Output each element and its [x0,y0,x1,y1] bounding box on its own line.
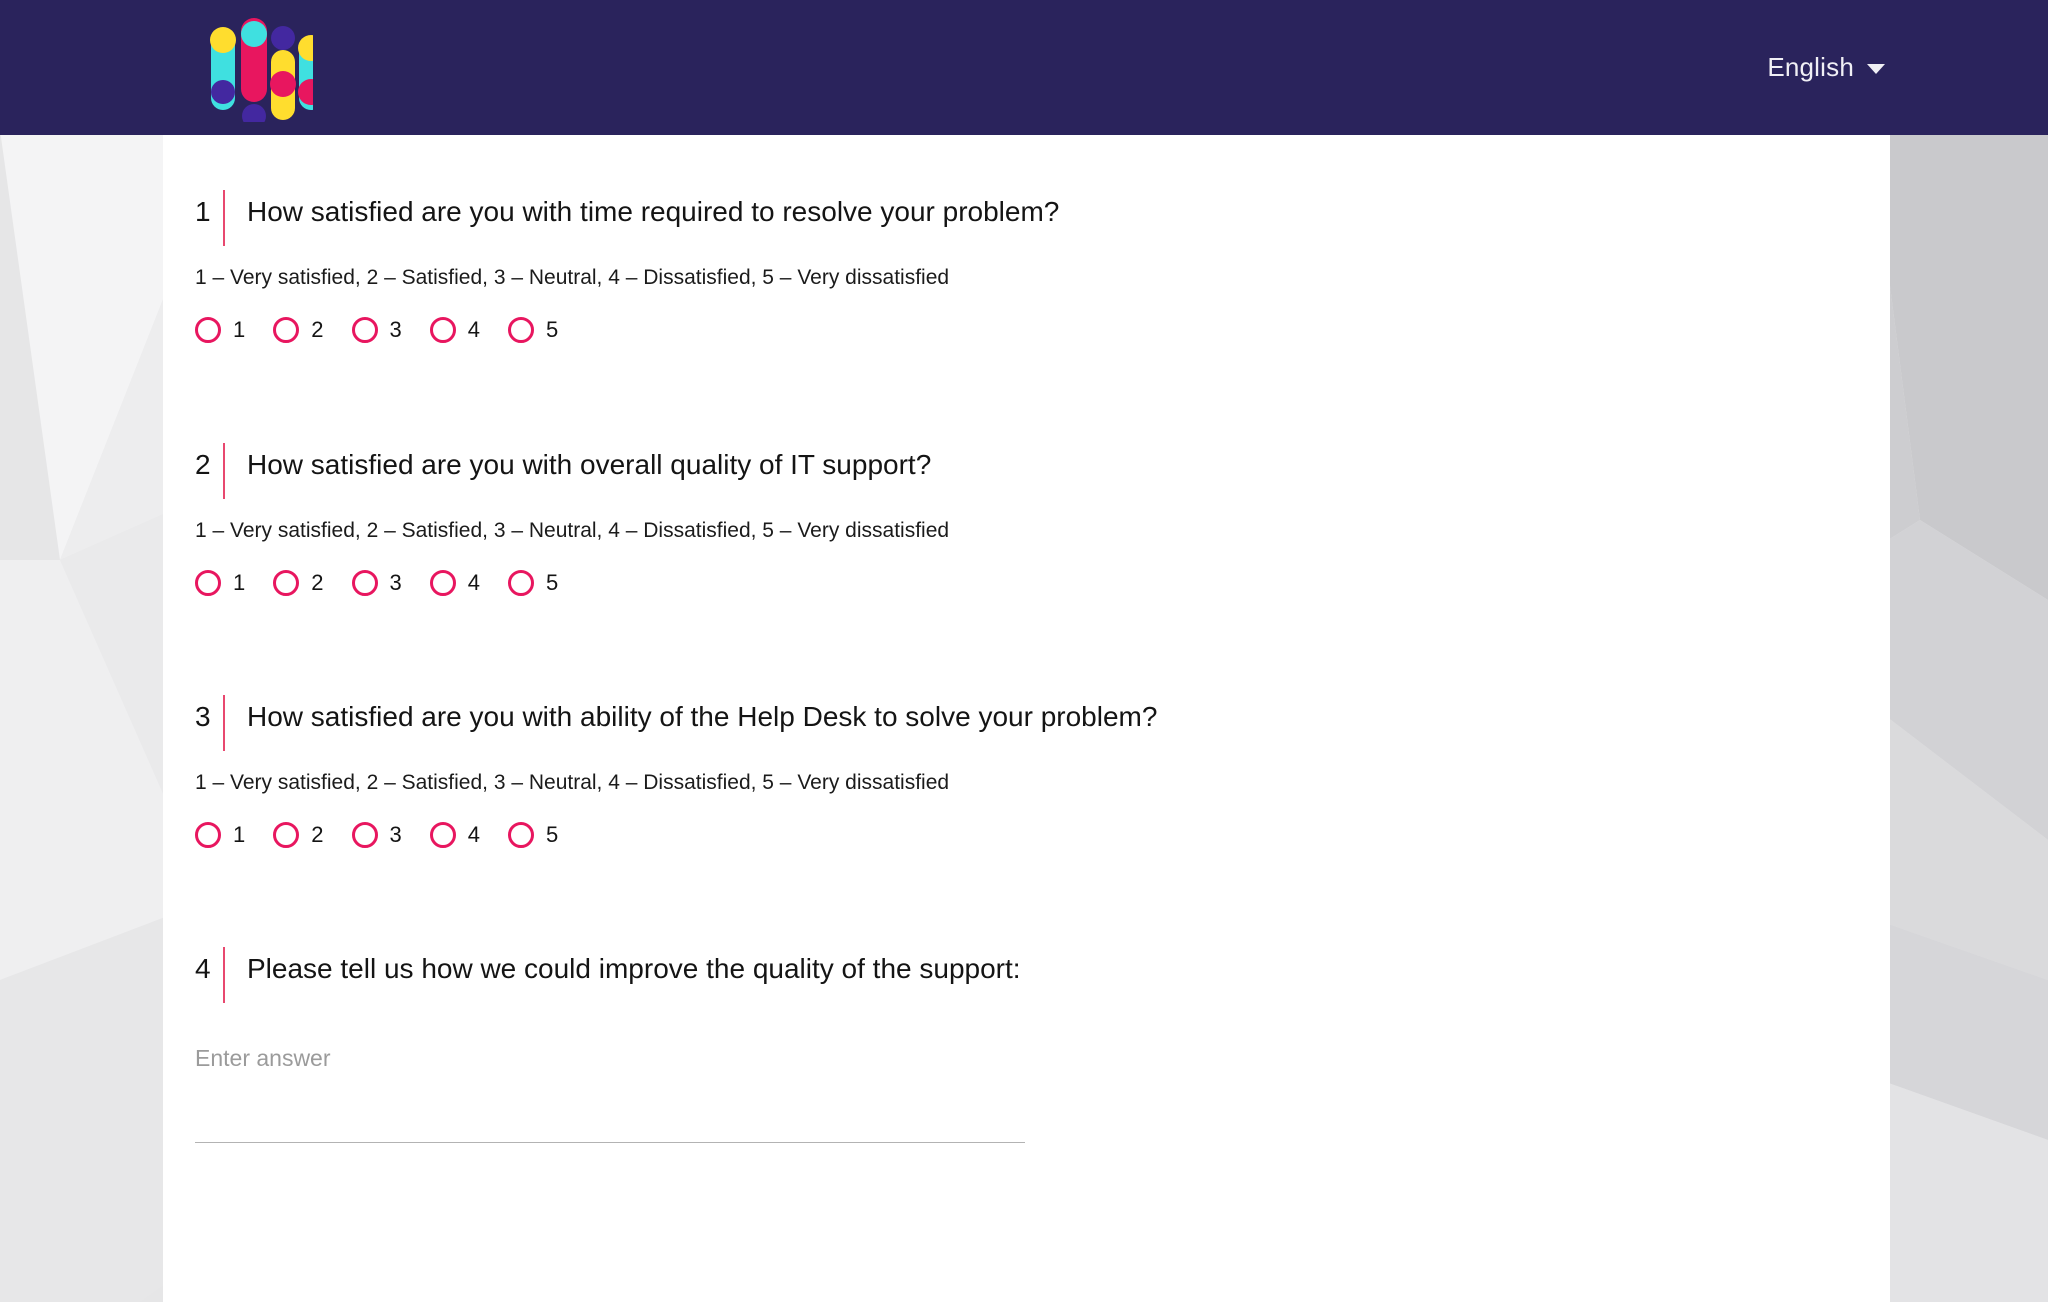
rating-option-4[interactable]: 4 [429,570,508,597]
question-heading: 4 Please tell us how we could improve the… [195,947,1855,1003]
question-number: 4 [195,953,211,984]
radio-button-icon[interactable] [508,822,534,849]
rating-option-label: 5 [546,317,559,343]
question-title: How satisfied are you with time required… [247,196,1060,227]
rating-scale: 1 2 3 4 5 [195,317,1855,344]
radio-button-icon[interactable] [351,570,378,597]
rating-option-3[interactable]: 3 [351,317,430,344]
rating-option-label: 1 [233,317,246,343]
rating-option-label: 3 [389,822,402,848]
free-text-answer [195,1045,1025,1143]
question-scale-legend: 1 – Very satisfied, 2 – Satisfied, 3 – N… [195,771,950,794]
rating-option-label: 5 [546,570,559,596]
radio-button-icon[interactable] [508,570,534,597]
radio-button-icon[interactable] [195,570,221,597]
question-heading: 3 How satisfied are you with ability of t… [195,695,1855,751]
question-scale-legend: 1 – Very satisfied, 2 – Satisfied, 3 – N… [195,519,950,542]
rating-option-label: 4 [467,822,480,848]
radio-button-icon[interactable] [351,822,378,849]
answer-underline [195,1142,1025,1143]
rating-option-4[interactable]: 4 [429,822,508,849]
rating-option-label: 3 [389,317,402,343]
answer-spacer [195,1080,1025,1142]
chevron-down-icon [1867,64,1885,74]
rating-option-label: 2 [311,317,324,343]
rating-option-5[interactable]: 5 [508,822,586,849]
rating-option-1[interactable]: 1 [195,822,273,849]
rating-option-label: 3 [389,570,402,596]
rating-option-label: 5 [546,822,559,848]
question-accent-rule [223,190,225,246]
rating-option-label: 4 [467,570,480,596]
question-accent-rule [223,695,225,751]
question-number: 3 [195,701,211,732]
rating-option-5[interactable]: 5 [508,317,586,344]
survey-page: English 1 How satisfied are you with time… [0,0,2048,1302]
question-number: 2 [195,449,211,480]
question-block-4: 4 Please tell us how we could improve the… [195,947,1855,1143]
language-selector-label: English [1767,52,1854,82]
rating-option-3[interactable]: 3 [351,822,430,849]
rating-option-2[interactable]: 2 [273,822,351,849]
top-header-bar: English [0,0,2048,135]
rating-option-2[interactable]: 2 [273,570,351,597]
radio-button-icon[interactable] [429,570,456,597]
rating-option-4[interactable]: 4 [429,317,508,344]
question-accent-rule [223,443,225,499]
radio-button-icon[interactable] [273,317,300,344]
survey-card: 1 How satisfied are you with time require… [163,135,1890,1302]
rating-option-label: 1 [233,822,246,848]
rating-option-1[interactable]: 1 [195,317,273,344]
radio-button-icon[interactable] [273,570,300,597]
radio-button-icon[interactable] [273,822,300,849]
question-title: How satisfied are you with ability of th… [247,701,1158,732]
brand-logo-icon [210,18,313,122]
language-selector[interactable]: English [1767,0,1885,135]
rating-option-5[interactable]: 5 [508,570,586,597]
rating-option-1[interactable]: 1 [195,570,273,597]
rating-option-label: 2 [311,822,324,848]
question-scale-legend: 1 – Very satisfied, 2 – Satisfied, 3 – N… [195,266,950,289]
answer-input[interactable] [195,1045,1025,1080]
radio-button-icon[interactable] [195,317,221,344]
rating-scale: 1 2 3 4 5 [195,822,1855,849]
rating-scale: 1 2 3 4 5 [195,570,1855,597]
radio-button-icon[interactable] [429,822,456,849]
radio-button-icon[interactable] [508,317,534,344]
question-heading: 2 How satisfied are you with overall qual… [195,443,1855,499]
radio-button-icon[interactable] [195,822,221,849]
rating-option-2[interactable]: 2 [273,317,351,344]
question-title: Please tell us how we could improve the … [247,953,1021,984]
question-heading: 1 How satisfied are you with time require… [195,190,1855,246]
rating-option-label: 4 [467,317,480,343]
radio-button-icon[interactable] [429,317,456,344]
question-block-3: 3 How satisfied are you with ability of t… [195,695,1855,849]
question-block-1: 1 How satisfied are you with time require… [195,190,1855,344]
rating-option-label: 2 [311,570,324,596]
question-accent-rule [223,947,225,1003]
radio-button-icon[interactable] [351,317,378,344]
rating-option-3[interactable]: 3 [351,570,430,597]
question-block-2: 2 How satisfied are you with overall qual… [195,443,1855,597]
question-number: 1 [195,196,211,227]
question-title: How satisfied are you with overall quali… [247,449,932,480]
rating-option-label: 1 [233,570,246,596]
